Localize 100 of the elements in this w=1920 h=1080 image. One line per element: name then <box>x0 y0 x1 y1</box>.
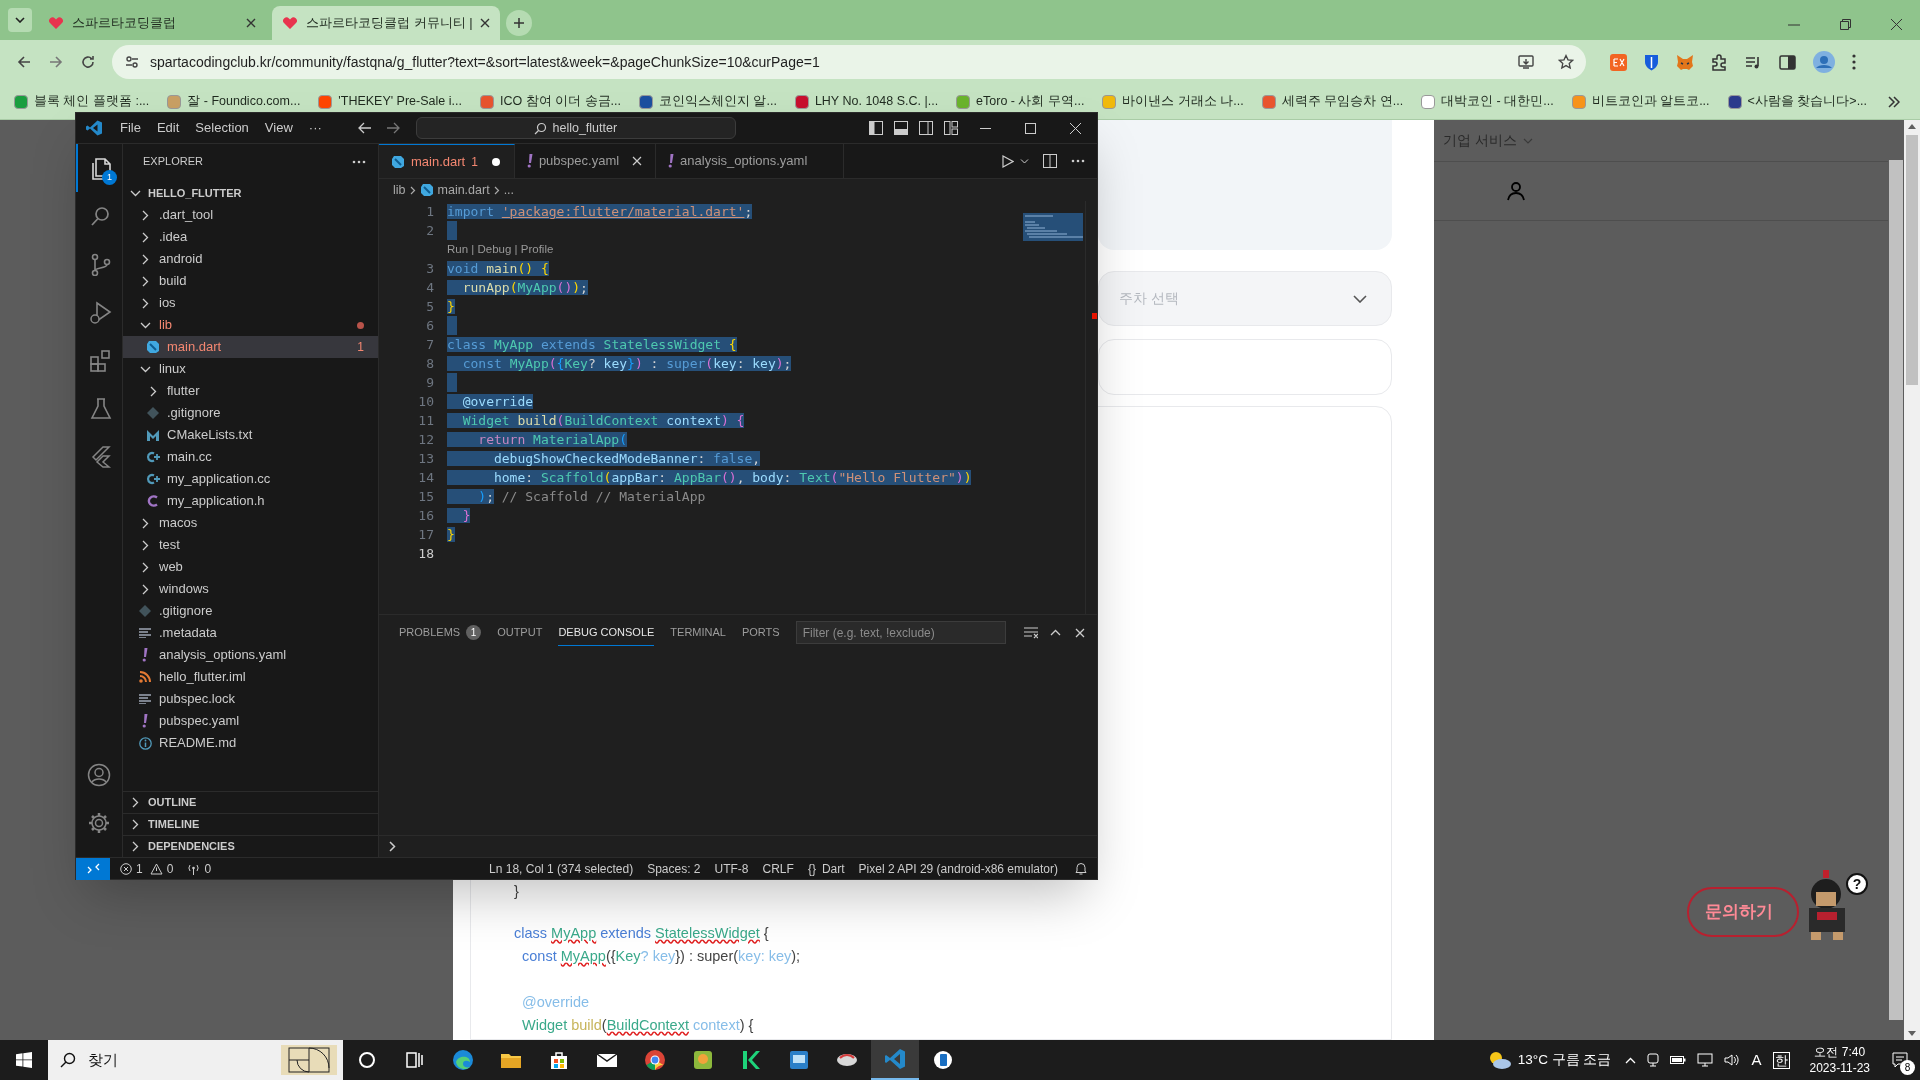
menu-item[interactable]: Edit <box>148 118 188 138</box>
profile-avatar-icon[interactable] <box>1813 51 1835 73</box>
tab-list-button[interactable] <box>8 8 32 32</box>
toggle-sidebar-icon[interactable] <box>869 121 883 135</box>
side-panel-icon[interactable] <box>1779 53 1796 71</box>
remote-button[interactable] <box>76 857 110 880</box>
bookmark-star-icon[interactable] <box>1558 54 1574 70</box>
tree-item[interactable]: web <box>123 556 378 578</box>
tree-item[interactable]: .metadata <box>123 622 378 644</box>
maximize-icon[interactable] <box>1025 122 1036 134</box>
language-status[interactable]: {} Dart <box>807 859 845 878</box>
more-bookmarks-icon[interactable] <box>1888 95 1900 108</box>
puzzle-icon[interactable] <box>1711 53 1728 71</box>
taskbar-search-field[interactable]: 찾기 <box>48 1040 343 1080</box>
layout-icon[interactable] <box>944 121 958 135</box>
menu-item[interactable]: ··· <box>300 118 330 138</box>
bookmark[interactable]: 잘 - Foundico.com... <box>161 87 307 116</box>
more-icon[interactable] <box>1071 159 1085 163</box>
chevron-up-icon[interactable] <box>1050 629 1061 636</box>
breadcrumb[interactable]: main.dart <box>437 180 490 200</box>
tree-item[interactable]: hello_flutter.iml <box>123 666 378 688</box>
breadcrumb[interactable]: lib <box>393 180 406 200</box>
panel-tab[interactable]: TERMINAL <box>670 619 726 646</box>
tree-item[interactable]: android <box>123 248 378 270</box>
browser-tab[interactable]: 스파르타코딩클럽 <box>38 6 266 40</box>
panel-tab[interactable]: PORTS <box>741 619 780 646</box>
bookmark[interactable]: 코인익스체인지 알... <box>633 87 783 116</box>
bookmark[interactable]: 'THEKEY' Pre-Sale i... <box>312 87 468 116</box>
extension-icon[interactable] <box>1610 53 1627 71</box>
scroll-down-icon[interactable] <box>1908 1031 1916 1036</box>
shield-icon[interactable] <box>1644 53 1659 71</box>
status-item[interactable]: Spaces: 2 <box>647 859 701 878</box>
site-info-icon[interactable] <box>124 54 140 70</box>
user-icon[interactable] <box>1506 181 1526 201</box>
camera-icon[interactable] <box>1647 1053 1660 1067</box>
more-icon[interactable] <box>352 159 366 164</box>
restore-icon[interactable] <box>1840 19 1851 30</box>
toggle-secondary-sidebar-icon[interactable] <box>919 121 933 135</box>
tree-root[interactable]: HELLO_FLUTTER <box>123 182 378 204</box>
command-center[interactable]: hello_flutter <box>415 117 736 139</box>
code-lens[interactable]: Run | Debug | Profile <box>447 240 554 259</box>
bookmark[interactable]: <사람을 찾습니다>... <box>1721 87 1874 116</box>
battery-icon[interactable] <box>1670 1055 1687 1065</box>
tree-item[interactable]: linux <box>123 358 378 380</box>
bookmark[interactable]: eToro - 사회 무역... <box>950 87 1091 116</box>
tree-item[interactable]: analysis_options.yaml <box>123 644 378 666</box>
tree-item[interactable]: ios <box>123 292 378 314</box>
tree-item[interactable]: .dart_tool <box>123 204 378 226</box>
tree-item[interactable]: .gitignore <box>123 402 378 424</box>
chevron-down-icon[interactable] <box>1020 158 1029 164</box>
tree-item[interactable]: flutter <box>123 380 378 402</box>
tree-item[interactable]: CMakeLists.txt <box>123 424 378 446</box>
bookmark[interactable]: 비트코인과 알트코... <box>1565 87 1716 116</box>
address-bar[interactable]: spartacodingclub.kr/community/fastqna/g_flutter?text=&sort=latest&week=&pageChunkSize=10&curPage=1 <box>112 45 1586 79</box>
editor-tab[interactable]: main.dart 1 <box>379 144 515 178</box>
chevron-right-icon[interactable] <box>389 841 396 852</box>
tree-item[interactable]: pubspec.yaml <box>123 710 378 732</box>
back-icon[interactable] <box>16 54 32 70</box>
bookmark[interactable]: 세력주 무임승차 연... <box>1255 87 1410 116</box>
status-item[interactable]: Ln 18, Col 1 (374 selected) <box>489 859 634 878</box>
panel-tab[interactable]: OUTPUT <box>497 619 543 646</box>
sidebar-section-header[interactable]: OUTLINE <box>123 791 378 813</box>
back-icon[interactable] <box>357 122 372 134</box>
forward-icon[interactable] <box>385 122 400 134</box>
tree-item[interactable]: build <box>123 270 378 292</box>
input-mode-indicator[interactable]: A <box>1751 1048 1762 1072</box>
problems-status[interactable]: 1 0 <box>120 859 174 878</box>
bookmark[interactable]: 대박코인 - 대한민... <box>1415 87 1560 116</box>
browser-tab[interactable]: 스파르타코딩클럽 커뮤니티 | <box>272 6 500 40</box>
scrollbar-thumb[interactable] <box>1906 135 1918 385</box>
reload-icon[interactable] <box>80 54 96 70</box>
bookmark[interactable]: 블록 체인 플랫폼 :... <box>8 87 156 116</box>
bookmark[interactable]: ICO 참여 이더 송금... <box>473 87 627 116</box>
network-icon[interactable] <box>1697 1053 1714 1067</box>
ime-indicator[interactable]: 한 <box>1772 1051 1790 1069</box>
menu-item[interactable]: File <box>112 118 149 138</box>
breadcrumb[interactable]: ... <box>503 180 515 200</box>
tree-item[interactable]: .gitignore <box>123 600 378 622</box>
tree-item[interactable]: my_application.cc <box>123 468 378 490</box>
tree-item[interactable]: test <box>123 534 378 556</box>
split-editor-icon[interactable] <box>1043 154 1057 168</box>
weather-widget[interactable]: 13°C 구름 조금 <box>1487 1049 1612 1071</box>
notification-button[interactable]: 8 <box>1880 1040 1920 1080</box>
tree-item[interactable]: windows <box>123 578 378 600</box>
menu-icon[interactable] <box>1852 54 1856 70</box>
panel-tab[interactable]: PROBLEMS 1 <box>399 619 482 646</box>
close-icon[interactable] <box>480 18 490 28</box>
close-icon[interactable] <box>1891 19 1902 30</box>
run-icon[interactable] <box>1002 154 1014 168</box>
sidebar-section-header[interactable]: TIMELINE <box>123 813 378 835</box>
new-tab-button[interactable] <box>506 10 532 36</box>
tree-item[interactable]: macos <box>123 512 378 534</box>
device-status[interactable]: Pixel 2 API 29 (android-x86 emulator) <box>858 859 1058 878</box>
menu-item[interactable]: View <box>256 118 301 138</box>
clear-console-icon[interactable] <box>1024 626 1038 639</box>
install-icon[interactable] <box>1518 54 1534 70</box>
bookmark[interactable]: LHY No. 1048 S.C. |... <box>788 87 945 116</box>
ports-status[interactable]: 0 <box>187 859 212 878</box>
tree-item[interactable]: lib <box>123 314 378 336</box>
scrollbar-thumb[interactable] <box>1889 160 1903 1020</box>
